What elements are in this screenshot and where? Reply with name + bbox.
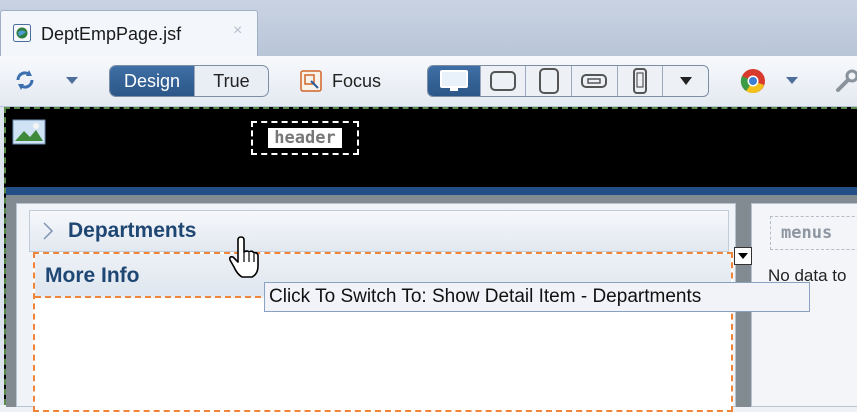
phone-landscape-preview-button[interactable] bbox=[570, 66, 617, 96]
menus-facet-placeholder[interactable]: menus bbox=[770, 216, 857, 250]
close-icon[interactable]: × bbox=[233, 22, 242, 40]
header-divider bbox=[6, 187, 857, 195]
phone-portrait-preview-button[interactable] bbox=[616, 66, 663, 96]
editor-tab-deptemppage[interactable]: DeptEmpPage.jsf × bbox=[0, 10, 258, 56]
chrome-browser-icon[interactable] bbox=[740, 68, 766, 94]
design-canvas: header Departments More Info menus No da… bbox=[0, 107, 857, 412]
tab-title: DeptEmpPage.jsf bbox=[41, 24, 182, 44]
menus-placeholder-label: menus bbox=[781, 223, 833, 243]
collapse-dropdown-button[interactable] bbox=[734, 247, 752, 265]
focus-icon bbox=[300, 70, 322, 92]
hand-pointer-icon bbox=[229, 236, 259, 278]
tablet-portrait-preview-button[interactable] bbox=[525, 66, 571, 96]
true-view-button[interactable]: True bbox=[193, 66, 268, 96]
phone-landscape-icon bbox=[581, 74, 608, 88]
more-info-label: More Info bbox=[45, 264, 140, 287]
desktop-preview-button[interactable] bbox=[428, 66, 480, 96]
tablet-landscape-icon bbox=[489, 71, 516, 91]
sync-arrows-icon[interactable] bbox=[12, 67, 38, 93]
header-region: header bbox=[6, 109, 857, 187]
phone-portrait-icon bbox=[632, 68, 647, 94]
more-info-show-detail-item[interactable]: More Info bbox=[33, 252, 733, 412]
header-placeholder-label: header bbox=[268, 128, 342, 148]
chevron-right-icon bbox=[43, 222, 54, 240]
focus-button[interactable]: Focus bbox=[300, 69, 381, 93]
globe-page-icon bbox=[13, 24, 31, 42]
chevron-down-icon bbox=[679, 77, 692, 85]
tooltip: Click To Switch To: Show Detail Item - D… bbox=[264, 282, 810, 312]
wrench-icon[interactable] bbox=[834, 68, 857, 94]
editor-tab-bar: DeptEmpPage.jsf × bbox=[0, 0, 857, 56]
design-view-button[interactable]: Design bbox=[110, 66, 194, 96]
departments-accordion-header[interactable]: Departments bbox=[29, 210, 729, 252]
chevron-down-icon[interactable] bbox=[786, 77, 798, 84]
departments-label: Departments bbox=[68, 219, 197, 242]
tablet-portrait-icon bbox=[538, 68, 559, 94]
chevron-down-icon[interactable] bbox=[66, 77, 78, 84]
tablet-landscape-preview-button[interactable] bbox=[479, 66, 526, 96]
header-facet-placeholder[interactable]: header bbox=[251, 121, 359, 155]
desktop-monitor-icon bbox=[439, 70, 468, 91]
page-template-frame[interactable]: header Departments More Info menus No da… bbox=[4, 107, 857, 412]
device-menu-button[interactable] bbox=[662, 66, 708, 96]
device-preview-group bbox=[427, 65, 709, 97]
image-icon[interactable] bbox=[12, 119, 46, 145]
design-toolbar: Design True Focus bbox=[0, 56, 857, 107]
view-mode-toggle: Design True bbox=[109, 65, 269, 97]
focus-label: Focus bbox=[332, 70, 382, 91]
